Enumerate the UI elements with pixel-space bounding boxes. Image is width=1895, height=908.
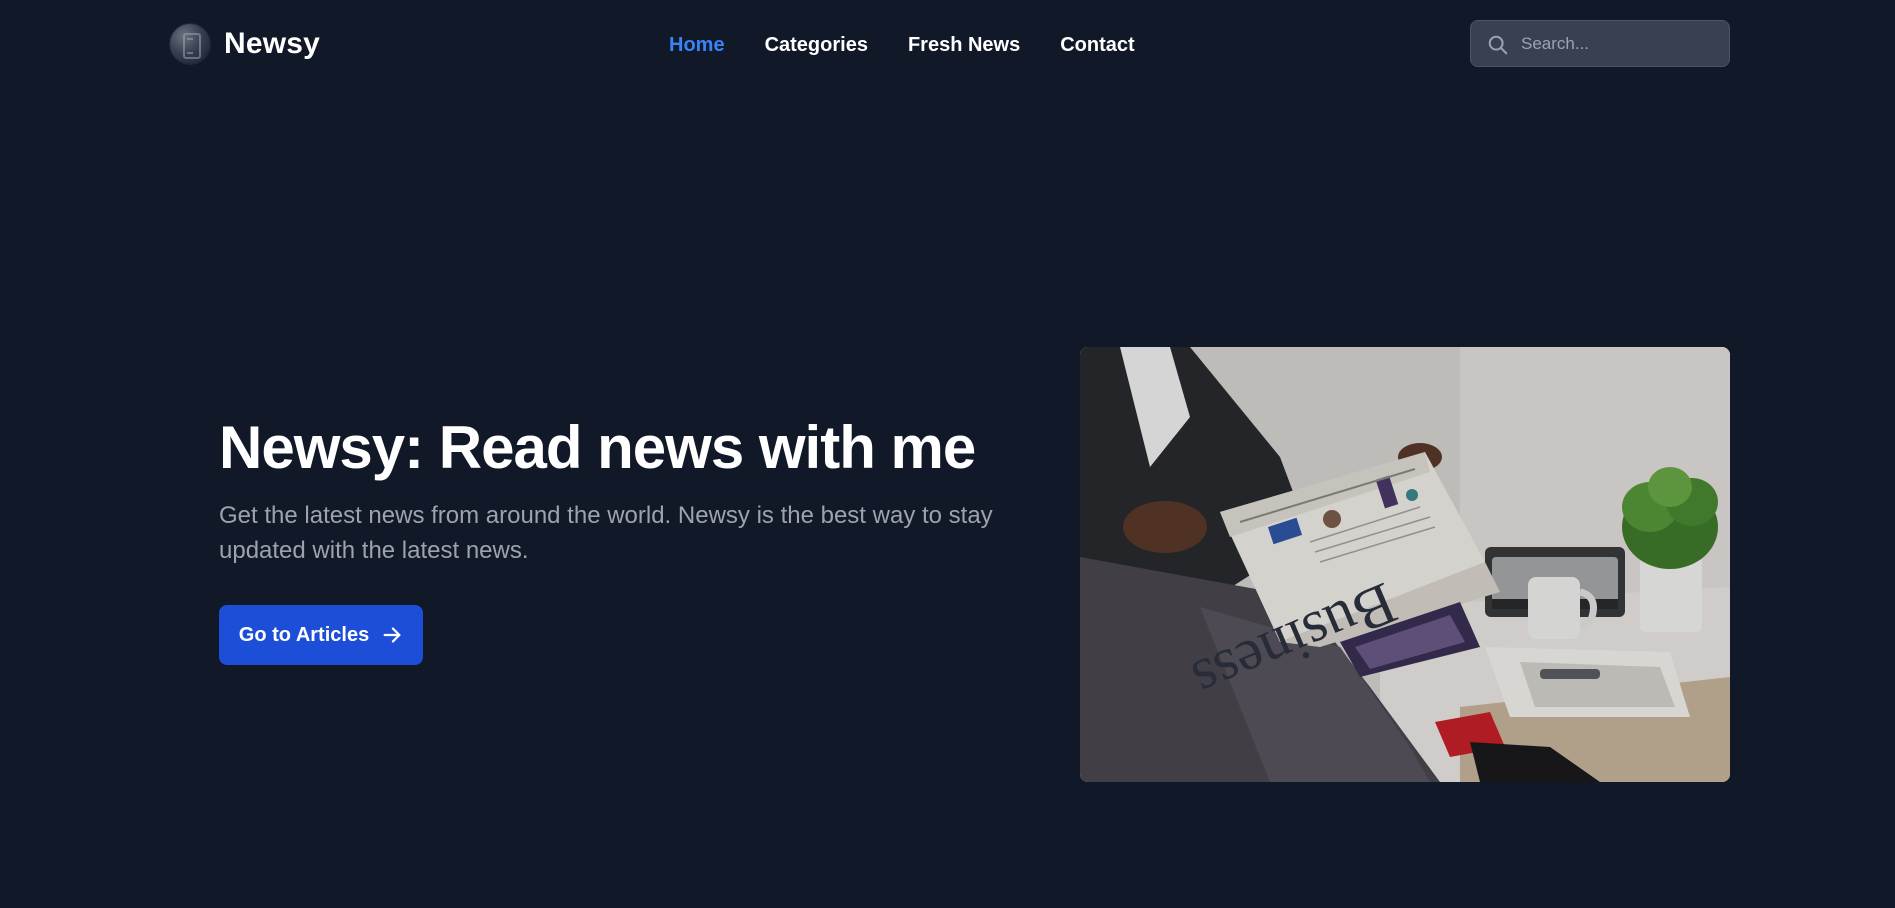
arrow-right-icon xyxy=(383,627,401,643)
nav-item-home[interactable]: Home xyxy=(669,30,725,60)
nav-item-categories[interactable]: Categories xyxy=(765,30,868,60)
search-icon xyxy=(1488,35,1508,55)
top-navbar: Newsy Home Categories Fresh News Contact xyxy=(0,0,1895,90)
nav-item-contact[interactable]: Contact xyxy=(1060,30,1134,60)
search-input[interactable] xyxy=(1471,21,1729,66)
cta-label: Go to Articles xyxy=(238,623,370,646)
search-box xyxy=(1470,20,1730,67)
hero-image: Business xyxy=(1080,347,1730,782)
newspaper-logo-icon xyxy=(170,24,210,64)
newspaper-photo-illustration: Business xyxy=(1080,347,1730,782)
nav-item-fresh-news[interactable]: Fresh News xyxy=(908,30,1020,60)
main-nav: Home Categories Fresh News Contact xyxy=(669,30,1135,60)
hero-text-block: Newsy: Read news with me Get the latest … xyxy=(219,410,1019,568)
hero-subtitle: Get the latest news from around the worl… xyxy=(219,502,993,564)
brand-link[interactable]: Newsy xyxy=(170,23,320,65)
go-to-articles-button[interactable]: Go to Articles xyxy=(219,605,423,665)
brand-name: Newsy xyxy=(224,27,321,60)
hero-title: Newsy: Read news with me xyxy=(219,414,976,481)
